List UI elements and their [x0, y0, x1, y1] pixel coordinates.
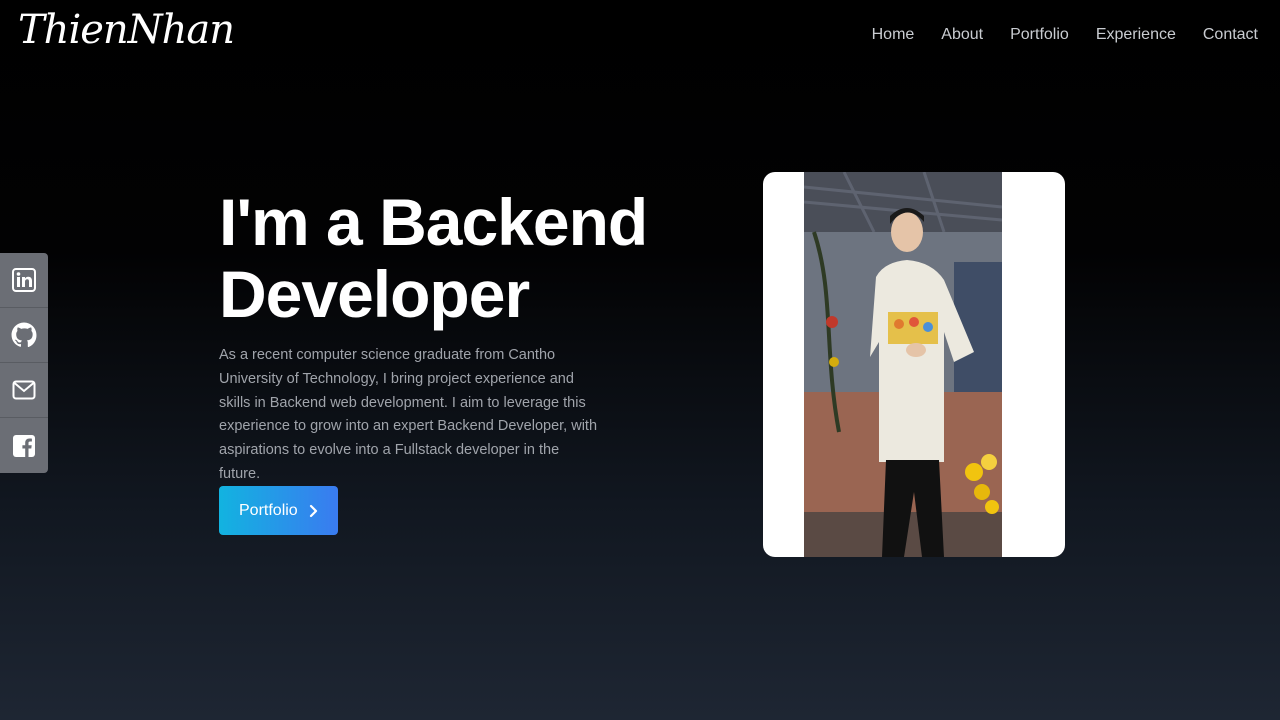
- linkedin-icon: [12, 268, 36, 292]
- hero-description: As a recent computer science graduate fr…: [219, 347, 598, 482]
- main-nav: Home About Portfolio Experience Contact: [872, 24, 1258, 46]
- hero-title-line1: I'm a Backend: [219, 185, 648, 259]
- email-link[interactable]: [0, 363, 48, 418]
- chevron-right-icon: [309, 504, 317, 517]
- profile-photo-illustration: [803, 172, 1003, 557]
- profile-photo: [803, 172, 1003, 557]
- hero-title: I'm a Backend Developer: [219, 186, 689, 330]
- facebook-link[interactable]: [0, 418, 48, 473]
- nav-contact[interactable]: Contact: [1203, 24, 1258, 46]
- linkedin-link[interactable]: [0, 253, 48, 308]
- portfolio-button[interactable]: Portfolio: [219, 486, 338, 535]
- profile-photo-card: [763, 172, 1065, 557]
- hero-title-line2: Developer: [219, 257, 530, 331]
- site-logo[interactable]: ThienNhan: [18, 4, 235, 56]
- nav-about[interactable]: About: [941, 24, 983, 46]
- nav-experience[interactable]: Experience: [1096, 24, 1176, 46]
- github-icon: [11, 322, 37, 348]
- portfolio-button-label: Portfolio: [239, 501, 298, 519]
- github-link[interactable]: [0, 308, 48, 363]
- facebook-icon: [13, 434, 35, 457]
- mail-icon: [12, 380, 36, 400]
- nav-portfolio[interactable]: Portfolio: [1010, 24, 1069, 46]
- social-links-bar: [0, 253, 48, 473]
- nav-home[interactable]: Home: [872, 24, 915, 46]
